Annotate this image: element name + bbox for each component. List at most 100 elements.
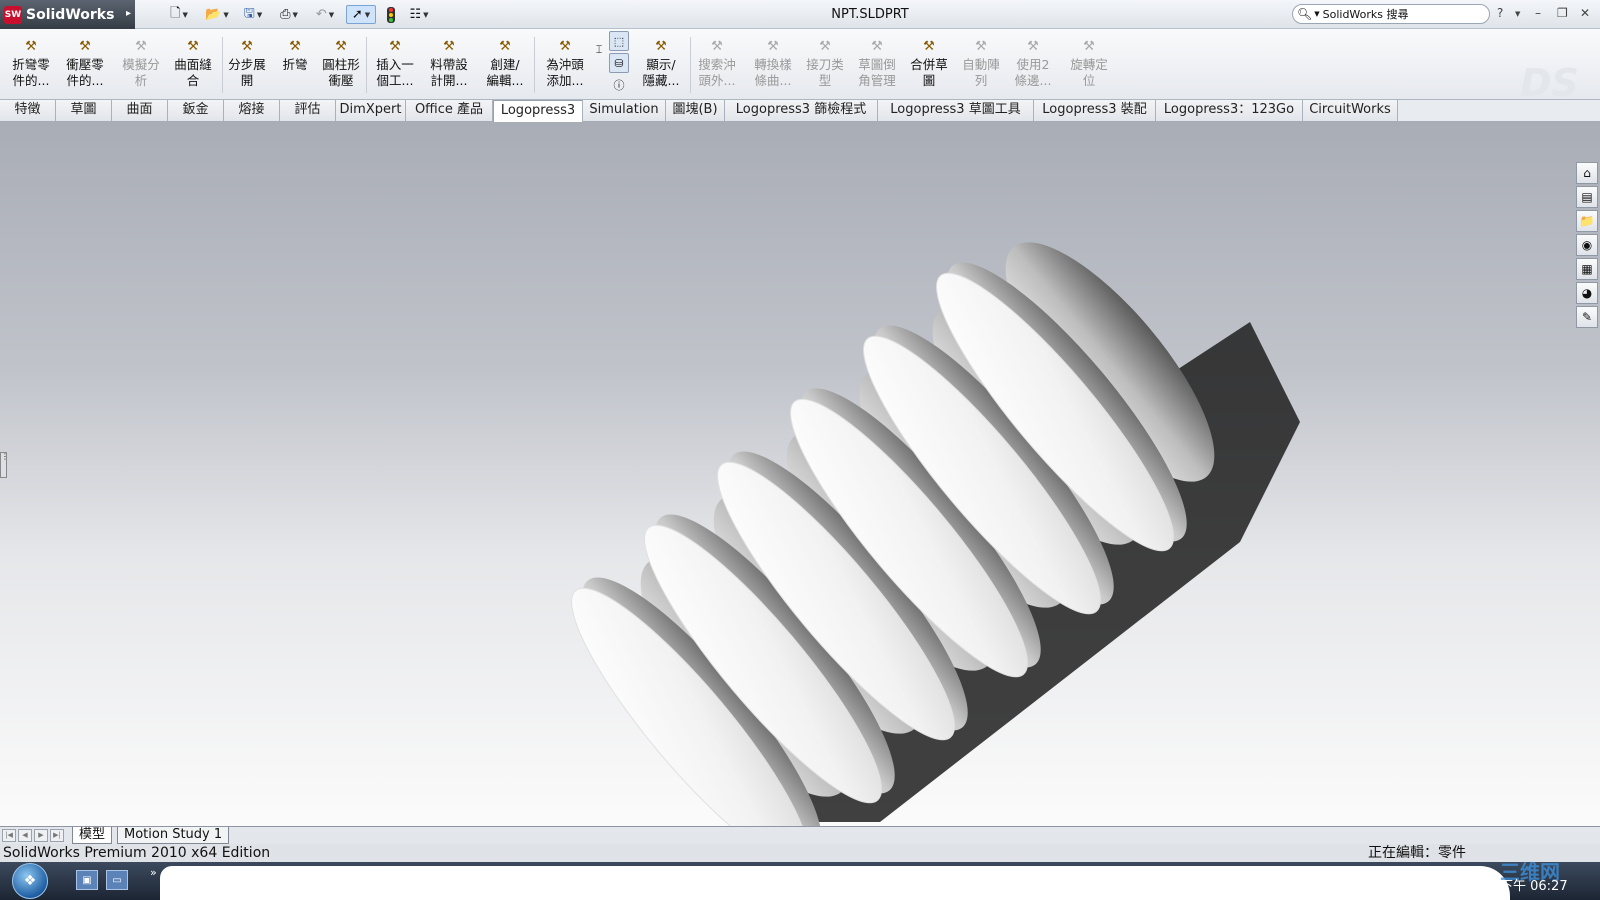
first-tab-icon[interactable]: |◀ bbox=[2, 829, 16, 842]
search-3d-icon[interactable]: ◉ bbox=[1576, 234, 1598, 256]
graphics-area[interactable]: ⋮ ⌂ ▤ 📁 ◉ ▦ ◕ ✎ bbox=[0, 122, 1600, 826]
ribbon-button-10[interactable]: ⚒ 為沖頭 添加... bbox=[540, 39, 590, 89]
command-tab[interactable]: Logopress3 篩檢程式 bbox=[725, 100, 878, 121]
file-explorer-icon[interactable]: 📁 bbox=[1576, 210, 1598, 232]
command-tab[interactable]: 特徵 bbox=[0, 100, 56, 121]
ribbon-button-0[interactable]: ⚒ 折彎零 件的... bbox=[6, 39, 56, 89]
ribbon-button-3[interactable]: ⚒ 曲面縫 合 bbox=[168, 39, 218, 89]
ribbon-button-label: 分步展 開 bbox=[228, 57, 266, 88]
view-cube-icon[interactable]: ⬚ bbox=[609, 31, 629, 51]
punch-search-icon: ⚒ bbox=[711, 39, 723, 54]
select-button[interactable]: ➚ ▼ bbox=[346, 5, 376, 24]
sketch-chamfer-icon: ⚒ bbox=[871, 39, 883, 54]
search-input[interactable]: SolidWorks 搜尋 bbox=[1323, 6, 1409, 22]
ribbon-button-19[interactable]: ⚒ 旋轉定 位 bbox=[1064, 39, 1114, 89]
ribbon-button-1[interactable]: ⚒ 衝壓零 件的... bbox=[60, 39, 110, 89]
ribbon-separator bbox=[534, 37, 535, 93]
stamp-part-icon: ⚒ bbox=[79, 39, 91, 54]
restore-icon[interactable]: ❐ bbox=[1557, 6, 1568, 20]
command-tab[interactable]: Office 產品 bbox=[406, 100, 493, 121]
explorer-icon[interactable]: ▣ bbox=[76, 870, 98, 890]
options-list-icon: ☷ bbox=[409, 7, 422, 22]
ribbon-button-11[interactable]: ⚒ 顯示/ 隱藏... bbox=[636, 39, 686, 89]
clock: 下午 06:27 bbox=[1500, 879, 1568, 894]
ribbon-button-17[interactable]: ⚒ 自動陣 列 bbox=[956, 39, 1006, 89]
command-tab[interactable]: DimXpert bbox=[336, 100, 406, 121]
last-tab-icon[interactable]: ▶| bbox=[50, 829, 64, 842]
cylinder-stamp-icon: ⚒ bbox=[335, 39, 347, 54]
windows-logo-icon: ❖ bbox=[23, 873, 37, 889]
command-tab[interactable]: Logopress3 草圖工具 bbox=[878, 100, 1034, 121]
windows-taskbar: ❖ ▣ ▭ » 三维网 下午 06:27 bbox=[0, 860, 1600, 900]
ribbon-button-label: 搜索沖 頭外... bbox=[698, 57, 736, 88]
punch-tool-icon[interactable]: ⛁ bbox=[609, 53, 629, 73]
view-palette-icon[interactable]: ▦ bbox=[1576, 258, 1598, 280]
solidworks-menu-button[interactable]: SW SolidWorks ▸ bbox=[0, 0, 135, 29]
feature-manager-toggle[interactable]: ⋮ bbox=[0, 452, 9, 478]
chevron-down-icon: ▼ bbox=[328, 10, 335, 19]
command-tab[interactable]: 草圖 bbox=[56, 100, 112, 121]
command-tab[interactable]: CircuitWorks bbox=[1303, 100, 1398, 121]
ribbon-button-13[interactable]: ⚒ 轉換樣 條曲... bbox=[748, 39, 798, 89]
appearances-icon[interactable]: ◕ bbox=[1576, 282, 1598, 304]
threaded-part-model[interactable] bbox=[0, 122, 1600, 826]
ribbon-button-18[interactable]: ⚒ 使用2 條邊... bbox=[1008, 39, 1058, 89]
traffic-light-icon bbox=[387, 6, 395, 23]
rebuild-button[interactable] bbox=[384, 5, 398, 24]
undo-button[interactable]: ↶ ▼ bbox=[310, 5, 340, 24]
ribbon-button-label: 創建/ 編輯... bbox=[486, 57, 524, 88]
command-tab[interactable]: 曲面 bbox=[112, 100, 168, 121]
ribbon-button-label: 曲面縫 合 bbox=[174, 57, 212, 88]
tab-motion-study[interactable]: Motion Study 1 bbox=[117, 827, 230, 844]
command-tab[interactable]: Logopress3 bbox=[493, 100, 583, 122]
options-button[interactable]: ☷ ▼ bbox=[404, 5, 434, 24]
ribbon-button-8[interactable]: ⚒ 料帶設 計開... bbox=[424, 39, 474, 89]
show-desktop-icon[interactable]: ▭ bbox=[106, 870, 128, 890]
ribbon-button-12[interactable]: ⚒ 搜索沖 頭外... bbox=[692, 39, 742, 89]
command-tab[interactable]: Logopress3 裝配 bbox=[1034, 100, 1156, 121]
two-edges-icon: ⚒ bbox=[1027, 39, 1039, 54]
command-tab[interactable]: Logopress3：123Go bbox=[1156, 100, 1303, 121]
custom-properties-icon[interactable]: ✎ bbox=[1576, 306, 1598, 328]
table-icon[interactable]: ⌶ bbox=[589, 40, 609, 60]
search-field[interactable]: 🔍︎ ▼ SolidWorks 搜尋 bbox=[1292, 4, 1490, 24]
ribbon-button-7[interactable]: ⚒ 插入一 個工... bbox=[370, 39, 420, 89]
save-button[interactable]: 🖫 ▼ bbox=[238, 5, 268, 24]
tab-model[interactable]: 模型 bbox=[72, 827, 113, 844]
ribbon-button-6[interactable]: ⚒ 圓柱形 衝壓 bbox=[316, 39, 366, 89]
start-button[interactable]: ❖ bbox=[12, 863, 48, 899]
ribbon-button-label: 合併草 圖 bbox=[910, 57, 948, 88]
open-button[interactable]: 📂 ▼ bbox=[202, 5, 232, 24]
close-icon[interactable]: ✕ bbox=[1580, 6, 1590, 20]
design-library-icon[interactable]: ▤ bbox=[1576, 186, 1598, 208]
menu-arrow-icon: ▸ bbox=[125, 8, 131, 19]
taskbar-overflow-icon[interactable]: » bbox=[150, 866, 157, 879]
sheetmetal-fold-icon: ⚒ bbox=[25, 39, 37, 54]
ribbon-separator bbox=[222, 37, 223, 93]
ribbon-button-5[interactable]: ⚒ 折彎 bbox=[270, 39, 320, 73]
home-icon[interactable]: ⌂ bbox=[1576, 162, 1598, 184]
ribbon-button-14[interactable]: ⚒ 接刀类 型 bbox=[800, 39, 850, 89]
print-icon: ⎙ bbox=[280, 7, 291, 22]
ribbon-button-15[interactable]: ⚒ 草圖倒 角管理 bbox=[852, 39, 902, 89]
chevron-down-icon: ▼ bbox=[364, 10, 371, 19]
prev-tab-icon[interactable]: ◀ bbox=[18, 829, 32, 842]
command-tab[interactable]: Simulation bbox=[583, 100, 666, 121]
ribbon-button-9[interactable]: ⚒ 創建/ 編輯... bbox=[480, 39, 530, 89]
ribbon-button-4[interactable]: ⚒ 分步展 開 bbox=[222, 39, 272, 89]
help-chevron-down-icon[interactable]: ▼ bbox=[1515, 10, 1520, 18]
status-bar: SolidWorks Premium 2010 x64 Edition 正在編輯… bbox=[0, 844, 1600, 862]
info-icon[interactable]: ⓘ bbox=[609, 75, 629, 95]
minimize-icon[interactable]: – bbox=[1535, 6, 1541, 20]
command-tab[interactable]: 圖塊(B) bbox=[666, 100, 725, 121]
bend-icon: ⚒ bbox=[289, 39, 301, 54]
print-button[interactable]: ⎙ ▼ bbox=[274, 5, 304, 24]
next-tab-icon[interactable]: ▶ bbox=[34, 829, 48, 842]
help-icon[interactable]: ? bbox=[1497, 6, 1503, 20]
command-tab[interactable]: 鈑金 bbox=[168, 100, 224, 121]
command-tab[interactable]: 評估 bbox=[280, 100, 336, 121]
new-document-button[interactable]: 🗋 ▼ bbox=[166, 5, 192, 24]
ribbon-button-2[interactable]: ⚒ 模擬分 析 bbox=[116, 39, 166, 89]
ribbon-button-16[interactable]: ⚒ 合併草 圖 bbox=[904, 39, 954, 89]
command-tab[interactable]: 熔接 bbox=[224, 100, 280, 121]
